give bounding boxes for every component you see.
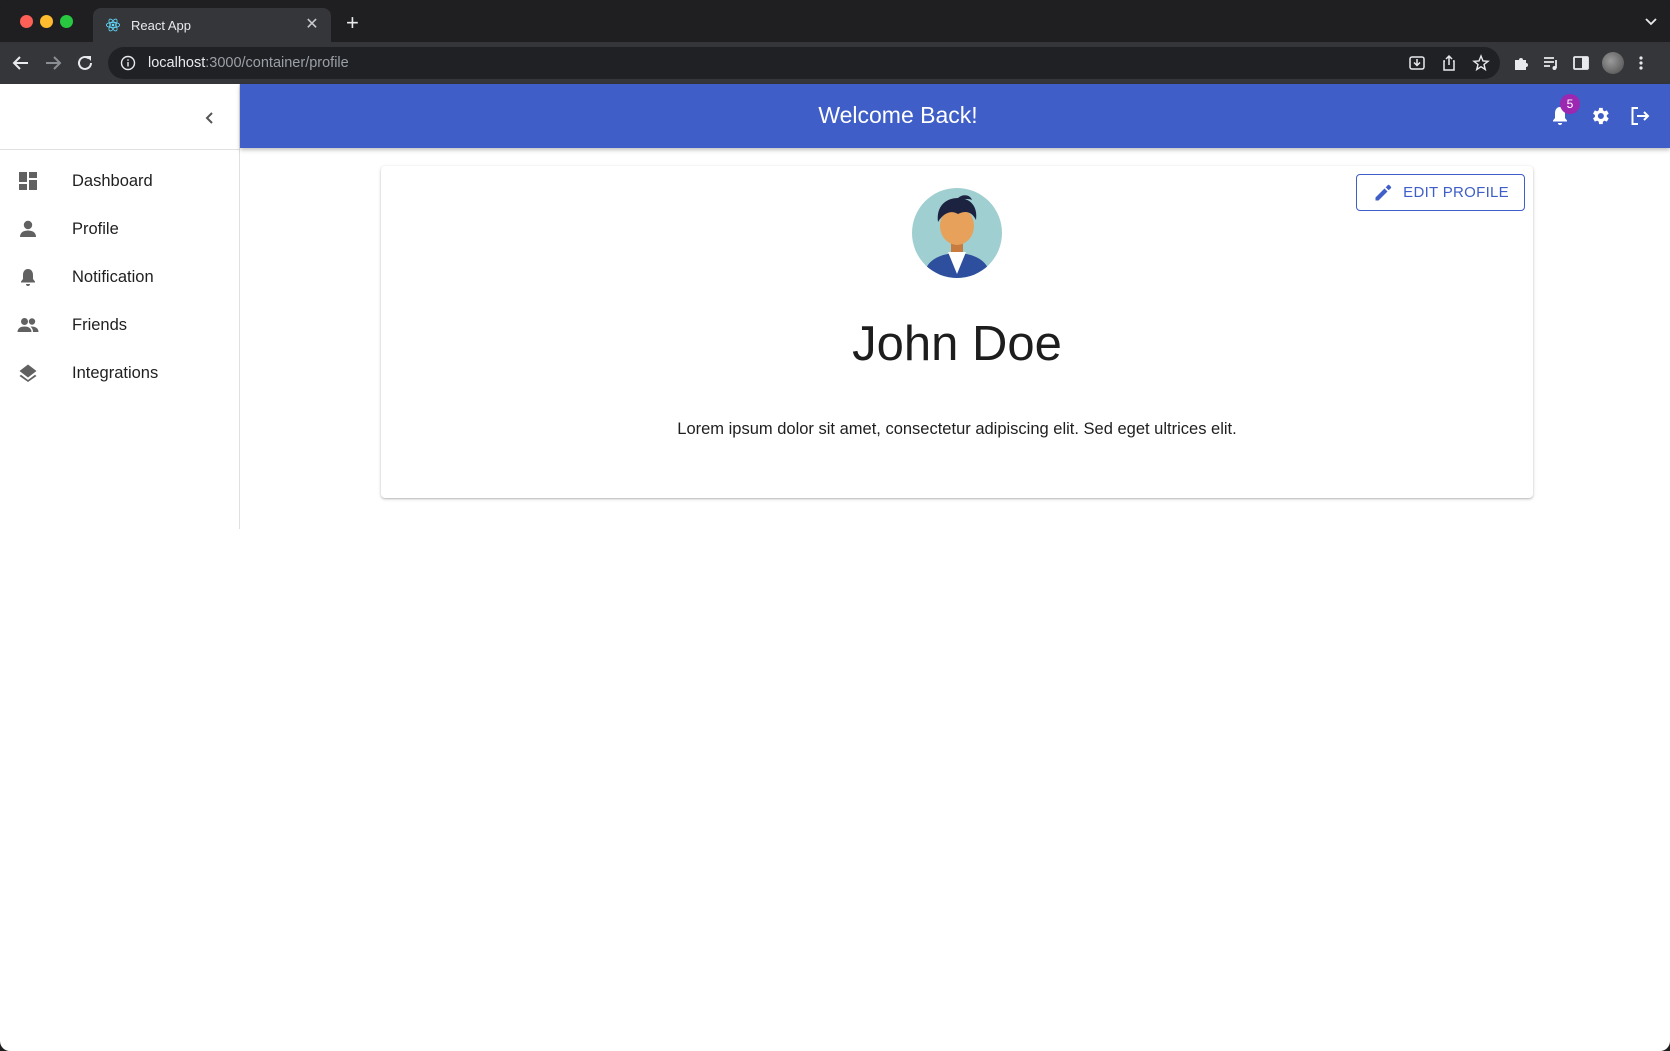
sidebar-item-dashboard[interactable]: Dashboard <box>0 157 239 205</box>
sidebar-item-label: Friends <box>72 315 128 334</box>
new-tab-button[interactable]: + <box>346 12 359 34</box>
bell-icon <box>16 265 40 289</box>
notification-badge: 5 <box>1560 94 1580 114</box>
browser-tab[interactable]: React App ✕ <box>93 8 331 42</box>
tab-close-icon[interactable]: ✕ <box>303 16 321 34</box>
profile-bio: Lorem ipsum dolor sit amet, consectetur … <box>677 420 1237 438</box>
sidebar-item-label: Notification <box>72 267 154 286</box>
sidebar-item-profile[interactable]: Profile <box>0 205 239 253</box>
extensions-puzzle-icon[interactable] <box>1512 54 1530 72</box>
install-app-icon[interactable] <box>1408 54 1426 72</box>
react-icon <box>105 18 121 32</box>
dashboard-icon <box>16 169 40 193</box>
browser-menu-icon[interactable] <box>1636 54 1646 72</box>
browser-window: React App ✕ + localhost:3000/container/p… <box>0 0 1670 1051</box>
sidebar-item-friends[interactable]: Friends <box>0 301 239 349</box>
back-icon[interactable] <box>10 52 32 74</box>
profile-name: John Doe <box>852 317 1062 371</box>
profile-card: EDIT PROFILE John Doe Lorem ipsum dolor … <box>381 166 1533 498</box>
reload-icon[interactable] <box>74 52 96 74</box>
media-queue-icon[interactable] <box>1542 54 1560 72</box>
sidebar-item-label: Profile <box>72 219 119 238</box>
address-bar[interactable]: localhost:3000/container/profile <box>108 47 1500 79</box>
maximize-window-button[interactable] <box>60 15 73 28</box>
browser-profile-avatar[interactable] <box>1602 52 1624 74</box>
pencil-icon <box>1375 184 1392 200</box>
sidebar-header <box>0 84 239 150</box>
tab-title: React App <box>131 17 191 33</box>
sidebar-nav: Dashboard Profile Notification Friends I… <box>0 150 239 397</box>
tab-search-icon[interactable] <box>1644 14 1658 28</box>
url-text: localhost:3000/container/profile <box>148 55 349 71</box>
app-bar-actions: 5 <box>1548 94 1652 128</box>
edit-profile-button[interactable]: EDIT PROFILE <box>1356 174 1525 211</box>
sidebar: Dashboard Profile Notification Friends I… <box>0 84 240 529</box>
sidebar-item-label: Dashboard <box>72 171 153 190</box>
browser-toolbar: localhost:3000/container/profile <box>0 42 1670 84</box>
sidebar-item-integrations[interactable]: Integrations <box>0 349 239 397</box>
edit-profile-label: EDIT PROFILE <box>1403 184 1509 201</box>
page-title: Welcome Back! <box>818 102 978 128</box>
url-path: :3000/container/profile <box>205 55 349 71</box>
extension-area <box>1512 52 1646 74</box>
people-icon <box>16 313 40 337</box>
chevron-left-icon[interactable] <box>198 106 222 130</box>
share-icon[interactable] <box>1440 54 1458 72</box>
url-host: localhost <box>148 55 206 71</box>
logout-button[interactable] <box>1628 104 1652 128</box>
layers-icon <box>16 361 40 385</box>
side-panel-icon[interactable] <box>1572 54 1590 72</box>
avatar <box>912 188 1002 278</box>
page-viewport: Dashboard Profile Notification Friends I… <box>0 84 1670 1051</box>
close-window-button[interactable] <box>20 15 33 28</box>
notifications-button[interactable]: 5 <box>1548 94 1580 128</box>
person-icon <box>16 217 40 241</box>
bookmark-star-icon[interactable] <box>1472 54 1490 72</box>
logout-icon <box>1631 107 1650 125</box>
forward-icon[interactable] <box>42 52 64 74</box>
settings-button[interactable] <box>1588 104 1612 128</box>
minimize-window-button[interactable] <box>40 15 53 28</box>
app-bar: Welcome Back! 5 <box>240 84 1670 148</box>
tab-strip: React App ✕ + <box>0 0 1670 42</box>
gear-icon <box>1593 107 1609 125</box>
sidebar-item-notification[interactable]: Notification <box>0 253 239 301</box>
site-info-icon[interactable] <box>120 55 136 71</box>
sidebar-item-label: Integrations <box>72 363 159 382</box>
